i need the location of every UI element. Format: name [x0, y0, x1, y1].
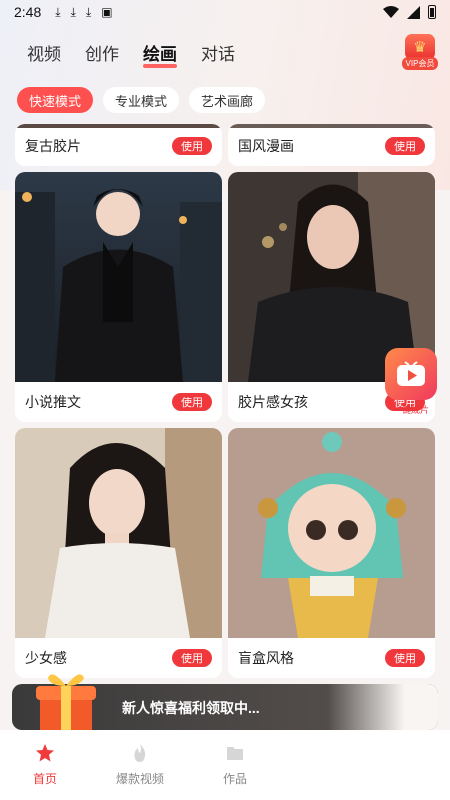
style-thumbnail [228, 428, 435, 638]
mode-selector: 快速模式 专业模式 艺术画廊 [17, 87, 266, 113]
style-card-chinese-comic[interactable]: 国风漫画 使用 [228, 124, 435, 166]
wifi-icon [383, 6, 399, 18]
tab-video[interactable]: 视频 [27, 40, 61, 72]
app-notification-icon: ▣ [101, 5, 113, 19]
style-thumbnail [15, 172, 222, 382]
one-click-label: 一键成片 [392, 405, 429, 415]
nav-home-label: 首页 [32, 772, 57, 786]
signal-icon [407, 5, 420, 19]
top-tabs: 视频 创作 绘画 对话 [27, 40, 235, 72]
one-click-video-button[interactable]: 一键成片 [383, 348, 439, 422]
style-thumbnail [15, 428, 222, 638]
use-button[interactable]: 使用 [172, 649, 212, 667]
tab-painting[interactable]: 绘画 [143, 40, 177, 72]
style-card-blind-box[interactable]: 盲盒风格 使用 [228, 428, 435, 678]
download-icon: ⤓ [55, 5, 61, 19]
nav-works[interactable]: 作品 [190, 730, 280, 800]
use-button[interactable]: 使用 [172, 393, 212, 411]
nav-home[interactable]: 首页 [0, 730, 90, 800]
bottom-navigation: 首页 爆款视频 作品 [0, 730, 450, 800]
style-name: 复古胶片 [25, 138, 81, 154]
status-bar: 2:48 ⤓ ⤓ ⤓ ▣ [0, 0, 450, 24]
nav-hot-videos-label: 爆款视频 [115, 772, 164, 786]
download-icon: ⤓ [70, 5, 76, 19]
nav-hot-videos[interactable]: 爆款视频 [90, 730, 190, 800]
battery-icon [428, 5, 436, 19]
use-button[interactable]: 使用 [385, 649, 425, 667]
style-name: 国风漫画 [238, 138, 294, 154]
notification-icons: ⤓ ⤓ ⤓ ▣ [55, 6, 112, 18]
gift-icon [36, 674, 96, 734]
use-button[interactable]: 使用 [385, 137, 425, 155]
status-time: 2:48 [14, 4, 42, 20]
flame-icon [134, 744, 146, 762]
mode-quick[interactable]: 快速模式 [17, 87, 94, 113]
mode-pro[interactable]: 专业模式 [103, 87, 180, 113]
promo-text: 新人惊喜福利领取中... [122, 700, 260, 716]
tab-create[interactable]: 创作 [85, 40, 119, 72]
download-icon: ⤓ [85, 5, 92, 19]
video-play-icon [385, 348, 437, 400]
mode-gallery[interactable]: 艺术画廊 [189, 87, 266, 113]
home-icon [36, 744, 54, 762]
nav-works-label: 作品 [222, 772, 247, 786]
use-button[interactable]: 使用 [172, 137, 212, 155]
tab-chat[interactable]: 对话 [201, 40, 235, 72]
style-card-novel[interactable]: 小说推文 使用 [15, 172, 222, 422]
style-name: 小说推文 [25, 394, 81, 410]
vip-label: VIP会员 [401, 57, 439, 70]
style-card-girlish[interactable]: 少女感 使用 [15, 428, 222, 678]
vip-button[interactable]: ♛ VIP会员 [398, 34, 442, 74]
style-card-retro-film[interactable]: 复古胶片 使用 [15, 124, 222, 166]
folder-icon [227, 747, 243, 760]
style-name: 胶片感女孩 [238, 394, 308, 410]
style-name: 盲盒风格 [238, 650, 294, 666]
